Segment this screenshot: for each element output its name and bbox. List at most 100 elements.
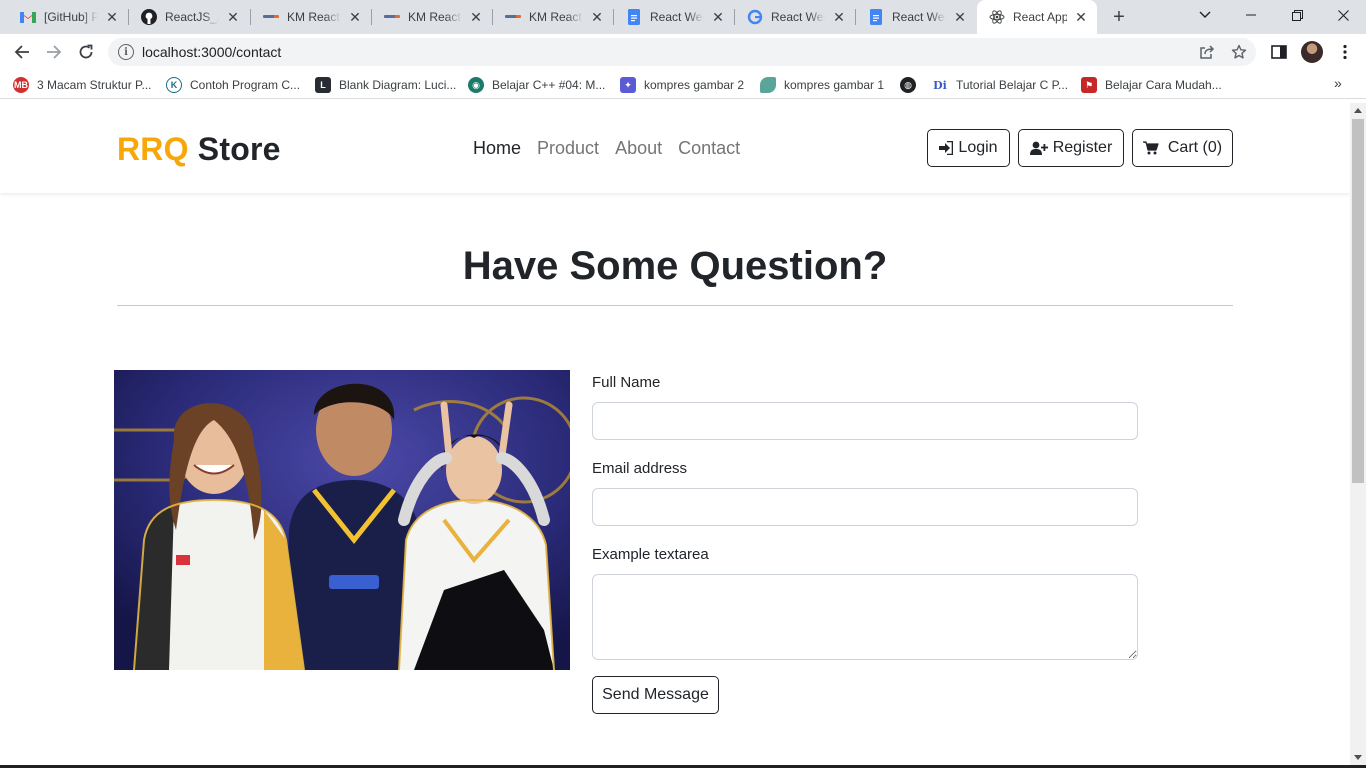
close-icon[interactable]: ✕ bbox=[225, 9, 241, 25]
scroll-down-arrow-icon[interactable] bbox=[1354, 755, 1362, 760]
browser-tab[interactable]: React Wee ✕ bbox=[614, 0, 734, 34]
close-icon[interactable]: ✕ bbox=[831, 9, 847, 25]
nav-link-home[interactable]: Home bbox=[465, 136, 529, 160]
back-arrow-icon[interactable] bbox=[9, 39, 35, 65]
bookmark-item[interactable]: ◍ bbox=[900, 76, 924, 94]
bookmark-star-icon[interactable] bbox=[1230, 43, 1248, 61]
login-button[interactable]: Login bbox=[927, 129, 1010, 167]
tab-title: React Wee bbox=[771, 10, 825, 24]
close-icon[interactable]: ✕ bbox=[710, 9, 726, 25]
browser-tab[interactable]: React Wee ✕ bbox=[856, 0, 976, 34]
browser-tab[interactable]: KM React V ✕ bbox=[372, 0, 492, 34]
restore-icon[interactable] bbox=[1274, 0, 1320, 30]
close-window-icon[interactable] bbox=[1320, 0, 1366, 30]
close-icon[interactable]: ✕ bbox=[589, 9, 605, 25]
site-logo-icon bbox=[384, 9, 400, 25]
bookmark-item[interactable]: L Blank Diagram: Luci... bbox=[315, 76, 456, 94]
url-text[interactable]: localhost:3000/contact bbox=[142, 44, 281, 60]
browser-tab-strip: [GitHub] P ✕ ReactJS_Ar ✕ KM React V ✕ K… bbox=[0, 0, 1366, 34]
more-menu-icon[interactable] bbox=[1333, 40, 1357, 64]
bookmark-label: kompres gambar 1 bbox=[784, 78, 885, 92]
forward-arrow-icon[interactable] bbox=[41, 39, 67, 65]
bookmark-item[interactable]: ⚑ Belajar Cara Mudah... bbox=[1081, 76, 1222, 94]
tab-title: ReactJS_Ar bbox=[165, 10, 219, 24]
close-icon[interactable]: ✕ bbox=[468, 9, 484, 25]
site-navbar: RRQ Store Home Product About Contact Log… bbox=[0, 103, 1350, 193]
nav-link-product[interactable]: Product bbox=[529, 136, 607, 160]
minimize-icon[interactable] bbox=[1228, 0, 1274, 30]
bookmark-item[interactable]: kompres gambar 1 bbox=[760, 76, 884, 94]
scroll-up-arrow-icon[interactable] bbox=[1354, 108, 1362, 113]
browser-toolbar: i localhost:3000/contact bbox=[0, 34, 1366, 70]
bookmark-label: kompres gambar 2 bbox=[644, 78, 745, 92]
mb-icon: MB bbox=[13, 77, 29, 93]
tab-title: KM React V bbox=[287, 10, 341, 24]
gmail-icon bbox=[20, 9, 36, 25]
brand-text: Store bbox=[188, 131, 281, 167]
compress-icon: ✦ bbox=[620, 77, 636, 93]
bookmarks-bar: MB 3 Macam Struktur P... K Contoh Progra… bbox=[0, 70, 1366, 99]
nav-link-about[interactable]: About bbox=[607, 136, 670, 160]
reload-icon[interactable] bbox=[73, 39, 99, 65]
di-icon: Di bbox=[932, 77, 948, 93]
email-label: Email address bbox=[592, 460, 688, 477]
login-label: Login bbox=[958, 139, 998, 156]
react-icon bbox=[989, 9, 1005, 25]
nav-link-contact[interactable]: Contact bbox=[670, 136, 748, 160]
sign-in-icon bbox=[939, 141, 954, 155]
site-info-icon[interactable]: i bbox=[118, 44, 134, 60]
address-bar[interactable]: i localhost:3000/contact bbox=[108, 38, 1256, 66]
petani-icon: ◉ bbox=[468, 77, 484, 93]
browser-tab[interactable]: ReactJS_Ar ✕ bbox=[129, 0, 249, 34]
new-tab-button[interactable]: + bbox=[1108, 6, 1130, 28]
google-docs-icon bbox=[626, 9, 642, 25]
browser-tab[interactable]: KM React V ✕ bbox=[493, 0, 613, 34]
side-panel-icon[interactable] bbox=[1267, 40, 1291, 64]
close-icon[interactable]: ✕ bbox=[1073, 9, 1089, 25]
tab-title: React App bbox=[1013, 10, 1067, 24]
close-icon[interactable]: ✕ bbox=[347, 9, 363, 25]
cart-button[interactable]: Cart (0) bbox=[1132, 129, 1233, 167]
google-icon bbox=[747, 9, 763, 25]
browser-tab[interactable]: React Wee ✕ bbox=[735, 0, 855, 34]
page-viewport: RRQ Store Home Product About Contact Log… bbox=[0, 103, 1350, 765]
bookmark-label: Belajar C++ #04: M... bbox=[492, 78, 606, 92]
browser-tab-active[interactable]: React App ✕ bbox=[977, 0, 1097, 34]
browser-tab[interactable]: [GitHub] P ✕ bbox=[0, 0, 128, 34]
bookmark-item[interactable]: MB 3 Macam Struktur P... bbox=[13, 76, 152, 94]
close-icon[interactable]: ✕ bbox=[104, 9, 120, 25]
message-textarea[interactable] bbox=[592, 574, 1138, 660]
bookmark-label: Blank Diagram: Luci... bbox=[339, 78, 457, 92]
browser-tab[interactable]: KM React V ✕ bbox=[251, 0, 371, 34]
send-message-button[interactable]: Send Message bbox=[592, 676, 719, 714]
tab-search-chevron-icon[interactable] bbox=[1182, 0, 1228, 30]
cart-label: Cart (0) bbox=[1167, 139, 1223, 156]
bookmark-item[interactable]: K Contoh Program C... bbox=[166, 76, 300, 94]
bookmarks-overflow-icon[interactable]: » bbox=[1334, 75, 1342, 91]
bookmark-item[interactable]: ✦ kompres gambar 2 bbox=[620, 76, 744, 94]
bookmark-label: 3 Macam Struktur P... bbox=[37, 78, 152, 92]
message-label: Example textarea bbox=[592, 546, 709, 563]
tab-title: KM React V bbox=[408, 10, 462, 24]
user-plus-icon bbox=[1029, 141, 1048, 155]
brand-accent-text: RRQ bbox=[117, 131, 189, 167]
divider bbox=[117, 305, 1233, 306]
share-icon[interactable] bbox=[1198, 43, 1216, 61]
tab-title: React Wee bbox=[892, 10, 946, 24]
bookmark-item[interactable]: ◉ Belajar C++ #04: M... bbox=[468, 76, 605, 94]
brand-logo[interactable]: RRQ Store bbox=[117, 131, 281, 168]
bookmark-item[interactable]: Di Tutorial Belajar C P... bbox=[932, 76, 1068, 94]
contact-hero-image bbox=[114, 370, 570, 670]
close-icon[interactable]: ✕ bbox=[952, 9, 968, 25]
register-button[interactable]: Register bbox=[1018, 129, 1124, 167]
email-input[interactable] bbox=[592, 488, 1138, 526]
page-scrollbar[interactable] bbox=[1350, 103, 1366, 765]
profile-avatar[interactable] bbox=[1301, 41, 1323, 63]
full-name-input[interactable] bbox=[592, 402, 1138, 440]
github-icon bbox=[141, 9, 157, 25]
bookmark-label: Tutorial Belajar C P... bbox=[956, 78, 1069, 92]
scrollbar-thumb[interactable] bbox=[1352, 119, 1364, 483]
lucid-icon: L bbox=[315, 77, 331, 93]
page-title: Have Some Question? bbox=[462, 244, 888, 288]
k-icon: K bbox=[166, 77, 182, 93]
